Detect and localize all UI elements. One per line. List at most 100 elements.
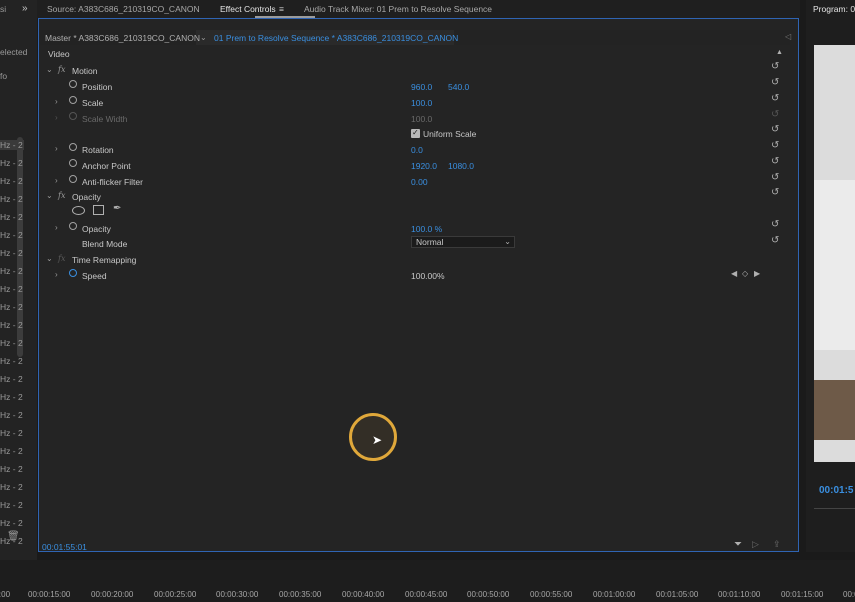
clip-list-item[interactable]: Hz - 2: [0, 284, 24, 294]
reset-icon[interactable]: ↺: [771, 77, 779, 88]
ellipse-mask-icon[interactable]: [72, 206, 85, 215]
clip-list-item[interactable]: Hz - 2: [0, 176, 24, 186]
clip-list-item[interactable]: Hz - 2: [0, 410, 24, 420]
stopwatch-icon[interactable]: [69, 269, 77, 277]
project-panel-strip: si » elected fo Hz - 2 Hz - 2 Hz - 2 Hz - 2…: [0, 0, 37, 560]
stopwatch-icon[interactable]: [69, 222, 77, 230]
timeline-tick-label: 00:00:45:00: [405, 590, 448, 599]
clip-list-item[interactable]: Hz - 2: [0, 518, 24, 528]
clip-list-item[interactable]: Hz - 2: [0, 374, 24, 384]
chevron-right-icon[interactable]: ›: [55, 176, 58, 185]
chevron-right-icon[interactable]: ›: [55, 270, 58, 279]
clip-list-item[interactable]: Hz - 2: [0, 212, 24, 222]
info-label: fo: [0, 71, 8, 81]
clip-list-item[interactable]: Hz - 2: [0, 356, 24, 366]
sequence-clip-label[interactable]: 01 Prem to Resolve Sequence * A383C686_2…: [214, 33, 458, 43]
uniform-scale-label: Uniform Scale: [423, 129, 477, 139]
double-chevron-icon[interactable]: »: [22, 3, 28, 14]
anchor-point-x-value[interactable]: 1920.0: [411, 161, 437, 171]
panel-menu-icon[interactable]: ≡: [279, 4, 284, 14]
clip-list-item[interactable]: Hz - 2: [0, 428, 24, 438]
clip-list-item[interactable]: Hz - 2: [0, 338, 24, 348]
clip-list-item[interactable]: Hz - 2: [0, 464, 24, 474]
reset-icon[interactable]: ↺: [771, 219, 779, 230]
clip-list-item[interactable]: Hz - 2: [0, 158, 24, 168]
timeline-tick-label: 00:00:40:00: [342, 590, 385, 599]
chevron-right-icon[interactable]: ›: [55, 223, 58, 232]
export-icon[interactable]: ⇪: [773, 539, 781, 550]
speed-value[interactable]: 100.00%: [411, 271, 445, 281]
scale-value[interactable]: 100.0: [411, 98, 432, 108]
reset-icon[interactable]: ↺: [771, 235, 779, 246]
checkmark-icon: ✓: [412, 128, 419, 137]
chevron-right-icon[interactable]: ›: [55, 144, 58, 153]
clip-list-item[interactable]: Hz - 2: [0, 302, 24, 312]
trash-icon[interactable]: 🗑: [7, 531, 20, 542]
selected-label: elected: [0, 47, 28, 57]
rectangle-mask-icon[interactable]: [93, 205, 104, 215]
fx-icon[interactable]: fx: [58, 191, 65, 200]
chevron-right-icon: ›: [55, 113, 58, 122]
left-strip-partial: si: [0, 4, 7, 14]
pen-mask-icon[interactable]: ✒: [113, 203, 121, 214]
tab-source[interactable]: Source: A383C686_210319CO_CANON: [47, 4, 200, 14]
filter-icon[interactable]: ⏷: [734, 539, 742, 550]
clip-list-item[interactable]: Hz - 2: [0, 482, 24, 492]
program-timecode[interactable]: 00:01:5: [819, 485, 853, 496]
reset-icon[interactable]: ↺: [771, 93, 779, 104]
tab-effect-controls[interactable]: Effect Controls: [220, 4, 276, 14]
clip-list-item[interactable]: Hz - 2: [0, 230, 24, 240]
opacity-expand-chevron-icon[interactable]: ⌄: [46, 191, 53, 200]
fx-icon[interactable]: fx: [58, 65, 65, 74]
stopwatch-icon[interactable]: [69, 80, 77, 88]
fx-icon: fx: [58, 254, 66, 263]
chevron-down-icon[interactable]: ⌄: [200, 33, 207, 42]
reset-icon[interactable]: ↺: [771, 156, 779, 167]
clip-list-item[interactable]: Hz - 2: [0, 248, 24, 258]
collapse-timeline-icon[interactable]: ◁: [785, 32, 791, 41]
mouse-pointer-icon: ➤: [372, 433, 383, 447]
clip-list-item[interactable]: Hz - 2: [0, 266, 24, 276]
timeline-tick-label: 00:01:20:0: [843, 590, 855, 599]
reset-icon[interactable]: ↺: [771, 140, 779, 151]
tab-audio-track-mixer[interactable]: Audio Track Mixer: 01 Prem to Resolve Se…: [304, 4, 492, 14]
current-timecode[interactable]: 00:01:55:01: [42, 542, 87, 552]
stopwatch-icon[interactable]: [69, 143, 77, 151]
timeline-ruler[interactable]: 00:00 00:00:15:00 00:00:20:00 00:00:25:00 00…: [0, 560, 855, 602]
scroll-up-icon[interactable]: ▲: [776, 49, 783, 56]
timeline-tick-label: 00:00:25:00: [154, 590, 197, 599]
stopwatch-icon[interactable]: [69, 96, 77, 104]
motion-expand-chevron-icon[interactable]: ⌄: [46, 65, 53, 74]
time-remap-expand-chevron-icon[interactable]: ⌄: [46, 254, 53, 263]
clip-list-item[interactable]: Hz - 2: [0, 194, 24, 204]
opacity-value[interactable]: 100.0 %: [411, 224, 442, 234]
anchor-point-y-value[interactable]: 1080.0: [448, 161, 474, 171]
previous-keyframe-icon[interactable]: ◀: [731, 269, 737, 278]
position-x-value[interactable]: 960.0: [411, 82, 432, 92]
timeline-tick-label: 00:00: [0, 590, 11, 599]
blend-mode-dropdown[interactable]: Normal ⌄: [411, 236, 515, 248]
reset-icon[interactable]: ↺: [771, 124, 779, 135]
stopwatch-icon[interactable]: [69, 159, 77, 167]
play-audio-icon[interactable]: ▷: [752, 539, 759, 550]
clip-list-item[interactable]: Hz - 2: [0, 500, 24, 510]
rotation-value[interactable]: 0.0: [411, 145, 423, 155]
clip-list-item[interactable]: Hz - 2: [0, 392, 24, 402]
anti-flicker-value[interactable]: 0.00: [411, 177, 428, 187]
reset-icon[interactable]: ↺: [771, 187, 779, 198]
add-keyframe-icon[interactable]: ◇: [742, 269, 748, 278]
tab-program[interactable]: Program: 0: [813, 4, 855, 14]
reset-icon[interactable]: ↺: [771, 172, 779, 183]
reset-icon[interactable]: ↺: [771, 61, 779, 72]
master-clip-label[interactable]: Master * A383C686_210319CO_CANON: [45, 33, 200, 43]
position-y-value[interactable]: 540.0: [448, 82, 469, 92]
chevron-down-icon: ⌄: [504, 237, 511, 246]
timeline-tick-label: 00:01:15:00: [781, 590, 824, 599]
chevron-right-icon[interactable]: ›: [55, 97, 58, 106]
clip-list-item[interactable]: Hz - 2: [0, 320, 24, 330]
stopwatch-icon[interactable]: [69, 175, 77, 183]
clip-list-item[interactable]: Hz - 2: [0, 140, 24, 150]
next-keyframe-icon[interactable]: ▶: [754, 269, 760, 278]
clip-list-item[interactable]: Hz - 2: [0, 446, 24, 456]
program-scrub-bar[interactable]: [814, 508, 855, 517]
